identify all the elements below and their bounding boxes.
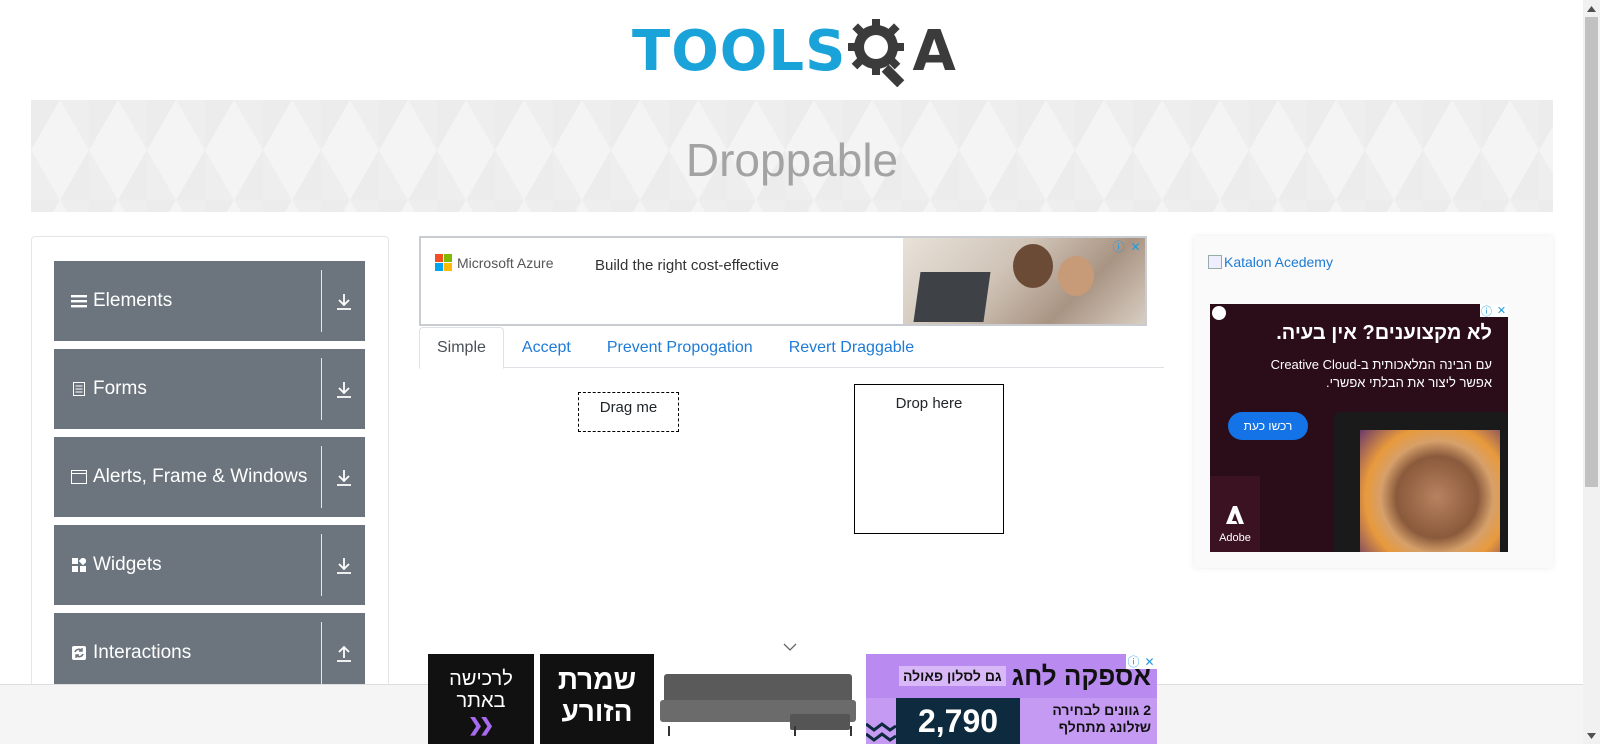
- menu-group-alerts[interactable]: Alerts, Frame & Windows: [54, 437, 365, 517]
- katalon-academy-link[interactable]: Katalon Acedemy: [1208, 254, 1333, 270]
- box2-line1: שמרת: [557, 664, 637, 695]
- menu-group-elements[interactable]: Elements: [54, 261, 365, 341]
- menu-group-widgets[interactable]: Widgets: [54, 525, 365, 605]
- menu-label: Elements: [93, 290, 173, 311]
- menu-group-forms[interactable]: Forms: [54, 349, 365, 429]
- ad-photo: [903, 238, 1145, 324]
- gear-magnifier-icon: [848, 19, 905, 87]
- adobe-headline: לא מקצוענים? אין בעיה.: [1276, 322, 1492, 344]
- buy-online-box: לרכישה באתר ❮❮: [428, 654, 534, 744]
- draggable-box[interactable]: Drag me: [578, 392, 679, 432]
- promo-description: 2 גוונים לבחירה שזלונג מתחלף: [1052, 702, 1151, 736]
- upload-icon[interactable]: [333, 643, 355, 665]
- promo-desc-line2: שזלונג מתחלף: [1058, 719, 1151, 735]
- window-icon: [71, 469, 87, 485]
- ad-info-icon[interactable]: ⓘ: [1111, 239, 1126, 254]
- adobe-buy-button[interactable]: רכשו כעת: [1228, 412, 1308, 440]
- adobe-subtext-line2: אפשר ליצור את הבלתי אפשרי.: [1325, 375, 1492, 390]
- scroll-down-icon[interactable]: [1583, 727, 1600, 744]
- wave-icon: [866, 722, 896, 742]
- top-advertisement[interactable]: Microsoft Azure Build the right cost-eff…: [419, 236, 1147, 326]
- portrait-artwork: [1360, 430, 1500, 552]
- download-icon[interactable]: [333, 467, 355, 489]
- menu-divider: [321, 534, 322, 596]
- page-title: Droppable: [685, 134, 899, 186]
- left-sidebar: Elements Forms Alerts, Frame & Windows W…: [31, 236, 389, 744]
- logo-suffix: A: [912, 19, 956, 84]
- menu-label: Interactions: [93, 642, 192, 663]
- adobe-subtext-line1: עם הבינה המלאכותית ב-Creative Cloud: [1270, 357, 1492, 372]
- droppable-tabs: Simple Accept Prevent Propogation Revert…: [419, 327, 1164, 369]
- sofa-image: [654, 654, 866, 744]
- promo-desc-line1: 2 גוונים לבחירה: [1052, 702, 1151, 718]
- droppable-target[interactable]: Drop here: [854, 384, 1004, 534]
- adobe-subtext: עם הבינה המלאכותית ב-Creative Cloud אפשר…: [1271, 356, 1492, 392]
- box1-line1: לרכישה: [449, 668, 513, 690]
- ad-shield-icon: [1212, 306, 1226, 320]
- tab-revert-draggable[interactable]: Revert Draggable: [771, 327, 932, 368]
- widgets-icon: [71, 557, 87, 573]
- broken-image-alt: Katalon Acedemy: [1224, 254, 1333, 270]
- ad-controls: ⓘ ✕: [1126, 654, 1157, 669]
- double-chevron-icon: ❮❮: [468, 715, 494, 735]
- tab-simple[interactable]: Simple: [419, 327, 504, 369]
- ad-headline: Build the right cost-effective: [595, 257, 779, 274]
- download-icon[interactable]: [333, 379, 355, 401]
- ad-controls: ⓘ ✕: [1111, 239, 1143, 255]
- promo-price: 2,790: [896, 698, 1020, 744]
- menu-divider: [321, 446, 322, 508]
- ad-info-icon[interactable]: ⓘ: [1126, 654, 1141, 669]
- document-icon: [71, 381, 87, 397]
- menu-label: Forms: [93, 378, 147, 399]
- toolsqa-logo[interactable]: TOOLS A: [632, 14, 958, 90]
- menu-group-interactions[interactable]: Interactions: [54, 613, 365, 693]
- microsoft-logo-icon: [435, 254, 452, 271]
- download-icon[interactable]: [333, 555, 355, 577]
- page-scrollbar[interactable]: [1583, 0, 1600, 744]
- adobe-ad[interactable]: ⓘ ✕ לא מקצוענים? אין בעיה. עם הבינה המלא…: [1210, 304, 1508, 552]
- ad-controls: ⓘ ✕: [1480, 304, 1508, 318]
- scroll-up-icon[interactable]: [1583, 0, 1600, 17]
- promo-panel: אספקה לחג גם לסלון פאולה 2,790 2 גוונים …: [866, 654, 1157, 744]
- bottom-advertisement[interactable]: לרכישה באתר ❮❮ שמרת הזורע אספקה לחג גם ל…: [428, 654, 1157, 744]
- ad-close-icon[interactable]: ✕: [1128, 239, 1143, 254]
- ad-brand-name: Microsoft Azure: [457, 254, 554, 271]
- menu-divider: [321, 270, 322, 332]
- tab-accept[interactable]: Accept: [504, 327, 589, 368]
- tab-prevent-propogation[interactable]: Prevent Propogation: [589, 327, 771, 368]
- brand-box: שמרת הזורע: [540, 654, 654, 744]
- scrollbar-thumb[interactable]: [1585, 17, 1598, 487]
- ad-close-icon[interactable]: ✕: [1142, 654, 1157, 669]
- menu-divider: [321, 622, 322, 684]
- logo-text: TOOLS: [632, 19, 847, 84]
- ad-info-icon[interactable]: ⓘ: [1480, 304, 1493, 318]
- page-banner: Droppable: [31, 100, 1553, 212]
- ad-close-icon[interactable]: ✕: [1495, 304, 1508, 317]
- box1-line2: באתר: [456, 690, 506, 712]
- download-icon[interactable]: [333, 291, 355, 313]
- promo-tag: גם לסלון פאולה: [899, 666, 1006, 686]
- promo-header: אספקה לחג גם לסלון פאולה: [866, 654, 1157, 698]
- adobe-brand-name: Adobe: [1219, 532, 1251, 544]
- adobe-logo-icon: [1222, 502, 1248, 528]
- chevron-down-icon[interactable]: [782, 640, 798, 652]
- menu-divider: [321, 358, 322, 420]
- menu-label: Widgets: [93, 554, 162, 575]
- box2-line2: הזורע: [561, 696, 633, 727]
- broken-image-icon: [1208, 255, 1222, 269]
- list-icon: [71, 293, 87, 309]
- sync-icon: [71, 645, 87, 661]
- right-advertisement: Katalon Acedemy ⓘ ✕ לא מקצוענים? אין בעי…: [1194, 236, 1553, 568]
- adobe-brand: Adobe: [1210, 476, 1260, 552]
- menu-label: Alerts, Frame & Windows: [93, 466, 308, 487]
- azure-brand: Microsoft Azure: [435, 254, 553, 271]
